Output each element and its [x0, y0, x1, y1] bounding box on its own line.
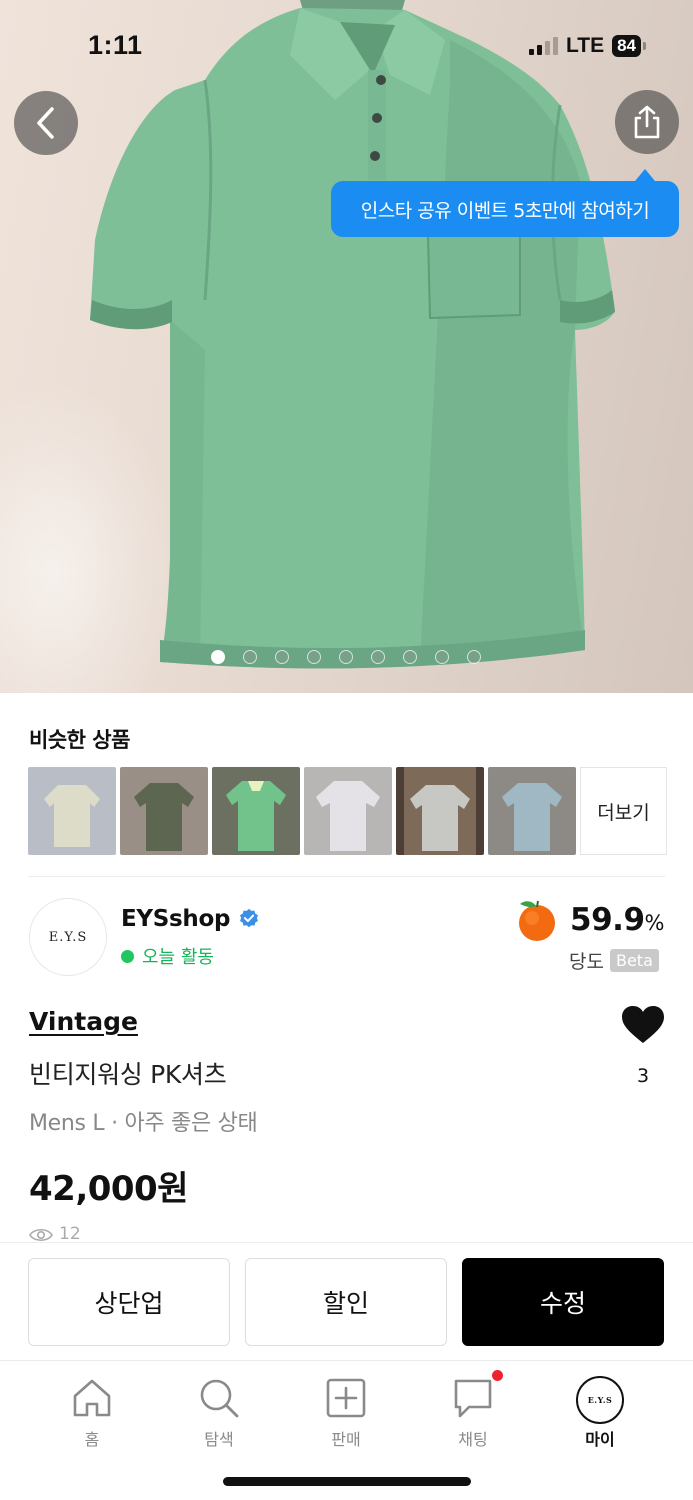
carousel-dot[interactable]	[339, 650, 353, 664]
similar-product-thumbnail[interactable]	[488, 767, 576, 855]
activity-label: 오늘 활동	[142, 947, 214, 968]
carousel-dot[interactable]	[211, 650, 225, 664]
carousel-indicator	[211, 650, 481, 664]
section-divider	[28, 876, 665, 877]
share-icon	[634, 105, 660, 139]
sweetness-label: 당도	[569, 951, 604, 973]
similar-products-list: 더보기	[28, 767, 667, 855]
status-indicators: LTE 84	[528, 34, 646, 58]
product-price: 42,000원	[29, 1169, 188, 1209]
carousel-dot[interactable]	[467, 650, 481, 664]
sweetness-score[interactable]: 59.9%	[514, 897, 665, 943]
status-time: 1:11	[88, 30, 143, 60]
back-button[interactable]	[14, 91, 78, 155]
orange-icon	[519, 900, 556, 941]
sweetness-label-row: 당도 Beta	[569, 947, 659, 974]
carousel-dot[interactable]	[307, 650, 321, 664]
similar-product-thumbnail[interactable]	[120, 767, 208, 855]
tab-home-label: 홈	[84, 1430, 100, 1449]
like-count: 3	[637, 1065, 650, 1087]
tab-sell[interactable]: 판매	[291, 1376, 401, 1450]
edit-button[interactable]: 수정	[462, 1258, 664, 1346]
eye-icon	[29, 1228, 53, 1242]
similar-more-button[interactable]: 더보기	[580, 767, 667, 855]
online-dot-icon	[121, 949, 134, 963]
home-icon	[73, 1379, 111, 1417]
similar-product-thumbnail[interactable]	[212, 767, 300, 855]
product-meta: Mens L · 아주 좋은 상태	[29, 1111, 258, 1136]
similar-product-thumbnail[interactable]	[304, 767, 392, 855]
view-count-row: 12	[29, 1224, 81, 1242]
seller-activity: 오늘 활동	[121, 943, 214, 969]
home-indicator	[223, 1477, 471, 1486]
seller-name: EYSshop	[121, 906, 231, 932]
similar-product-thumbnail[interactable]	[396, 767, 484, 855]
share-button[interactable]	[615, 90, 679, 154]
carousel-dot[interactable]	[243, 650, 257, 664]
plus-square-icon	[326, 1378, 366, 1418]
search-icon	[200, 1379, 239, 1418]
beta-badge: Beta	[609, 949, 659, 972]
carousel-dot[interactable]	[275, 650, 289, 664]
chat-icon	[454, 1379, 492, 1418]
product-image-carousel[interactable]: 1:11 LTE 84 인스타 공유 이벤트 5초만에 참여하기	[0, 0, 693, 693]
sweetness-value-wrap: 59.9%	[570, 902, 664, 938]
view-count: 12	[59, 1224, 81, 1242]
action-bar: 상단업 할인 수정	[0, 1242, 693, 1360]
discount-button[interactable]: 할인	[245, 1258, 447, 1346]
carousel-dot[interactable]	[403, 650, 417, 664]
tab-search[interactable]: 탐색	[164, 1376, 274, 1450]
signal-icon	[528, 37, 558, 55]
share-event-tooltip[interactable]: 인스타 공유 이벤트 5초만에 참여하기	[331, 169, 679, 237]
carousel-dot[interactable]	[371, 650, 385, 664]
tab-my-label: 마이	[585, 1430, 615, 1449]
network-type: LTE	[565, 34, 605, 57]
bottom-tab-bar: 홈 탐색 판매 채팅 E.Y.S 마이	[0, 1360, 693, 1500]
battery-icon: 84	[612, 35, 646, 57]
seller-name-row[interactable]: EYSshop	[121, 906, 260, 932]
product-photo-shirt	[90, 0, 615, 669]
tab-home[interactable]: 홈	[37, 1376, 147, 1450]
verified-badge-icon	[240, 908, 259, 928]
similar-products-title: 비슷한 상품	[29, 728, 130, 752]
bump-button[interactable]: 상단업	[28, 1258, 230, 1346]
chat-icon-wrap	[451, 1370, 503, 1420]
carousel-dot[interactable]	[435, 650, 449, 664]
tab-chat-label: 채팅	[458, 1430, 488, 1449]
tab-sell-label: 판매	[331, 1430, 361, 1449]
heart-icon[interactable]	[621, 1005, 665, 1045]
tab-chat[interactable]: 채팅	[418, 1370, 528, 1450]
sweetness-value: 59.9	[570, 902, 645, 938]
chevron-left-icon	[37, 107, 54, 139]
product-brand-link[interactable]: Vintage	[29, 1007, 138, 1036]
seller-avatar[interactable]: E.Y.S	[29, 898, 107, 976]
notification-dot	[492, 1370, 503, 1381]
similar-product-thumbnail[interactable]	[28, 767, 116, 855]
product-name: 빈티지워싱 PK셔츠	[29, 1060, 227, 1089]
tab-my[interactable]: E.Y.S 마이	[545, 1376, 655, 1450]
sweetness-unit: %	[644, 911, 665, 935]
tab-search-label: 탐색	[204, 1430, 234, 1449]
my-avatar: E.Y.S	[576, 1376, 624, 1424]
